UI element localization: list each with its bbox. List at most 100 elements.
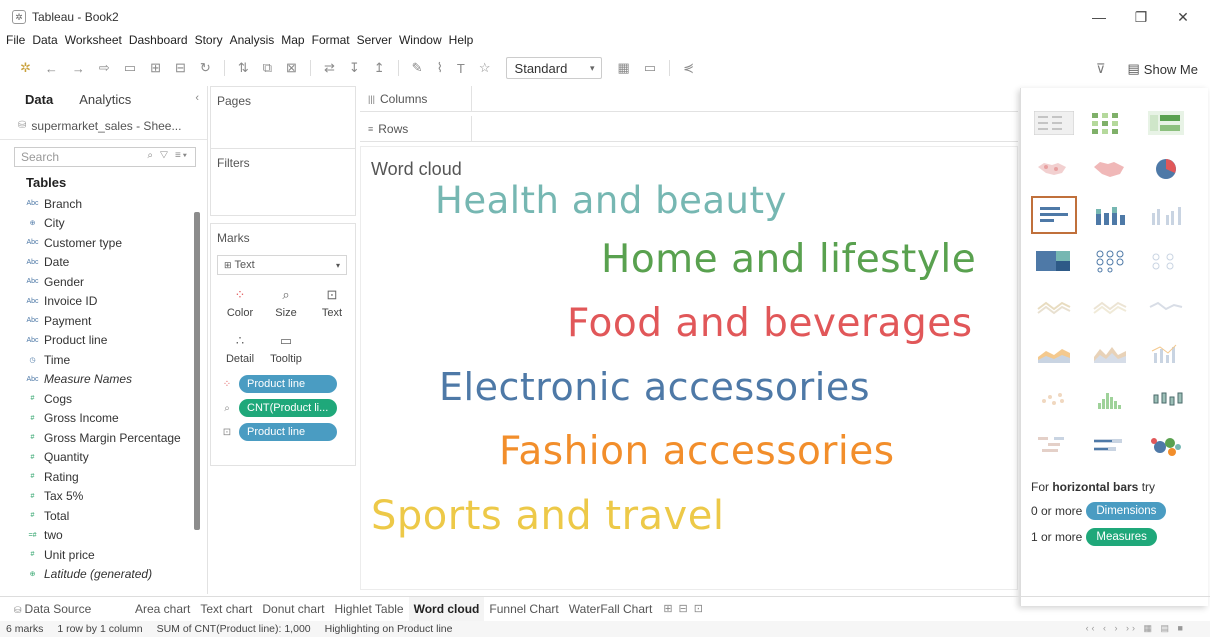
replay-icon[interactable]: ⇨ xyxy=(99,60,110,76)
word-electronic-accessories[interactable]: Electronic accessories xyxy=(439,365,870,409)
tab-funnel-chart[interactable]: Funnel Chart xyxy=(484,597,563,621)
scatter-plot-chart-icon[interactable] xyxy=(1031,380,1077,418)
tab-area-chart[interactable]: Area chart xyxy=(130,597,195,621)
menu-format[interactable]: Format xyxy=(312,33,350,47)
field-item[interactable]: Abc Date xyxy=(0,253,207,273)
word-food-and-beverages[interactable]: Food and beverages xyxy=(567,301,973,346)
side-by-side-bars-chart-icon[interactable] xyxy=(1143,196,1189,234)
tab-data[interactable]: Data xyxy=(25,92,53,107)
field-item[interactable]: Abc Customer type xyxy=(0,233,207,253)
area-continuous-chart-icon[interactable] xyxy=(1031,334,1077,372)
field-item[interactable]: # Unit price xyxy=(0,545,207,565)
menu-server[interactable]: Server xyxy=(357,33,392,47)
color-button[interactable]: ⁘ Color xyxy=(217,283,263,323)
new-worksheet-icon[interactable]: ⊟ xyxy=(175,60,186,76)
mark-type-select[interactable]: ⊞ Text ▾ xyxy=(217,255,347,275)
product-line-color-pill[interactable]: Product line xyxy=(239,375,337,393)
collapse-pane-icon[interactable]: ‹ xyxy=(195,92,199,104)
restore-button[interactable]: ❐ xyxy=(1118,0,1164,34)
symbol-map-chart-icon[interactable] xyxy=(1031,150,1077,188)
field-item[interactable]: # Quantity xyxy=(0,448,207,468)
heat-map-chart-icon[interactable] xyxy=(1087,104,1133,142)
undo-icon[interactable]: ← xyxy=(45,61,58,76)
menu-file[interactable]: File xyxy=(6,33,25,47)
field-item[interactable]: # Gross Margin Percentage xyxy=(0,428,207,448)
refresh-icon[interactable]: ↻ xyxy=(200,60,211,76)
swap-rows-columns-icon[interactable]: ⇄ xyxy=(324,60,335,76)
menu-data[interactable]: Data xyxy=(32,33,57,47)
close-button[interactable]: ✕ xyxy=(1160,0,1206,34)
duplicate-icon[interactable]: ⧉ xyxy=(263,60,272,76)
worksheet-canvas[interactable]: Word cloud Health and beauty Home and li… xyxy=(360,146,1018,590)
data-pane-scrollbar[interactable] xyxy=(194,212,200,530)
word-fashion-accessories[interactable]: Fashion accessories xyxy=(499,429,895,474)
size-button[interactable]: ⌕ Size xyxy=(263,283,309,323)
dual-combination-chart-icon[interactable] xyxy=(1143,334,1189,372)
field-item[interactable]: ⊕ City xyxy=(0,214,207,234)
gantt-chart-icon[interactable] xyxy=(1031,426,1077,464)
tab-waterfall-chart[interactable]: WaterFall Chart xyxy=(564,597,658,621)
product-line-text-pill[interactable]: Product line xyxy=(239,423,337,441)
horizontal-bars-chart-icon[interactable] xyxy=(1031,196,1077,234)
search-input[interactable]: Search ⌕ ▽ ≡▾ xyxy=(14,147,196,167)
sort-descending-icon[interactable]: ↥ xyxy=(374,60,385,76)
field-item[interactable]: Abc Payment xyxy=(0,311,207,331)
filled-map-chart-icon[interactable] xyxy=(1087,150,1133,188)
field-item[interactable]: =# two xyxy=(0,526,207,546)
fit-select[interactable]: Standard ▾ xyxy=(505,57,602,79)
lines-discrete-chart-icon[interactable] xyxy=(1087,288,1133,326)
bullet-graph-chart-icon[interactable] xyxy=(1087,426,1133,464)
status-nav-icons[interactable]: ‹‹ ‹ › ›› ▦ ▤ ■ xyxy=(1086,623,1186,634)
search-filter-view-icons[interactable]: ⌕ ▽ ≡▾ xyxy=(147,150,189,161)
tab-highlet-table[interactable]: Highlet Table xyxy=(329,597,408,621)
show-me-button[interactable]: ⊽ ▤ Show Me xyxy=(1096,58,1198,80)
tab-donut-chart[interactable]: Donut chart xyxy=(257,597,329,621)
menu-story[interactable]: Story xyxy=(195,33,223,47)
tab-word-cloud[interactable]: Word cloud xyxy=(408,596,485,621)
rows-shelf[interactable]: ≡ Rows xyxy=(360,116,1018,142)
field-item[interactable]: Abc Gender xyxy=(0,272,207,292)
word-sports-and-travel[interactable]: Sports and travel xyxy=(371,493,724,539)
field-item[interactable]: # Rating xyxy=(0,467,207,487)
detail-button[interactable]: ∴ Detail xyxy=(217,329,263,369)
tab-analytics[interactable]: Analytics xyxy=(79,92,131,107)
labels-icon[interactable]: T xyxy=(457,61,465,76)
sort-ascending-icon[interactable]: ↧ xyxy=(349,60,360,76)
show-cards-icon[interactable]: ▦ xyxy=(618,60,630,76)
field-item[interactable]: Abc Measure Names xyxy=(0,370,207,390)
field-item[interactable]: ⊕ Latitude (generated) xyxy=(0,565,207,585)
field-item[interactable]: # Total xyxy=(0,506,207,526)
field-item[interactable]: Abc Invoice ID xyxy=(0,292,207,312)
menu-map[interactable]: Map xyxy=(281,33,304,47)
presentation-icon[interactable]: ⊽ xyxy=(1096,61,1106,77)
tooltip-icon[interactable]: ▭ xyxy=(644,60,656,76)
add-datasource-icon[interactable]: ⊞ xyxy=(150,60,161,76)
data-source-item[interactable]: ⛁ supermarket_sales - Shee... xyxy=(0,112,207,140)
field-item[interactable]: # Tax 5% xyxy=(0,487,207,507)
stacked-bars-chart-icon[interactable] xyxy=(1087,196,1133,234)
tooltip-button[interactable]: ▭ Tooltip xyxy=(263,329,309,369)
tableau-logo-icon[interactable]: ✲ xyxy=(20,60,31,76)
lines-continuous-chart-icon[interactable] xyxy=(1031,288,1077,326)
box-and-whisker-chart-icon[interactable] xyxy=(1143,380,1189,418)
pie-chart-icon[interactable] xyxy=(1143,150,1189,188)
histogram-chart-icon[interactable] xyxy=(1087,380,1133,418)
count-product-line-size-pill[interactable]: CNT(Product li... xyxy=(239,399,337,417)
field-item[interactable]: ◷ Time xyxy=(0,350,207,370)
highlight-icon[interactable]: ✎ xyxy=(412,60,423,76)
new-sheet-icons[interactable]: ⊞⊟⊡ xyxy=(663,602,709,615)
word-home-and-lifestyle[interactable]: Home and lifestyle xyxy=(601,237,976,282)
treemap-chart-icon[interactable] xyxy=(1031,242,1077,280)
word-health-and-beauty[interactable]: Health and beauty xyxy=(435,179,787,222)
redo-icon[interactable]: → xyxy=(72,61,85,76)
side-by-side-circles-chart-icon[interactable] xyxy=(1143,242,1189,280)
data-source-tab[interactable]: ⛁ Data Source xyxy=(0,602,130,616)
circle-views-chart-icon[interactable] xyxy=(1087,242,1133,280)
menu-dashboard[interactable]: Dashboard xyxy=(129,33,188,47)
area-discrete-chart-icon[interactable] xyxy=(1087,334,1133,372)
menu-analysis[interactable]: Analysis xyxy=(230,33,275,47)
field-item[interactable]: Abc Product line xyxy=(0,331,207,351)
pin-icon[interactable]: ☆ xyxy=(479,60,491,76)
save-icon[interactable]: ▭ xyxy=(124,60,136,76)
field-item[interactable]: Abc Branch xyxy=(0,194,207,214)
